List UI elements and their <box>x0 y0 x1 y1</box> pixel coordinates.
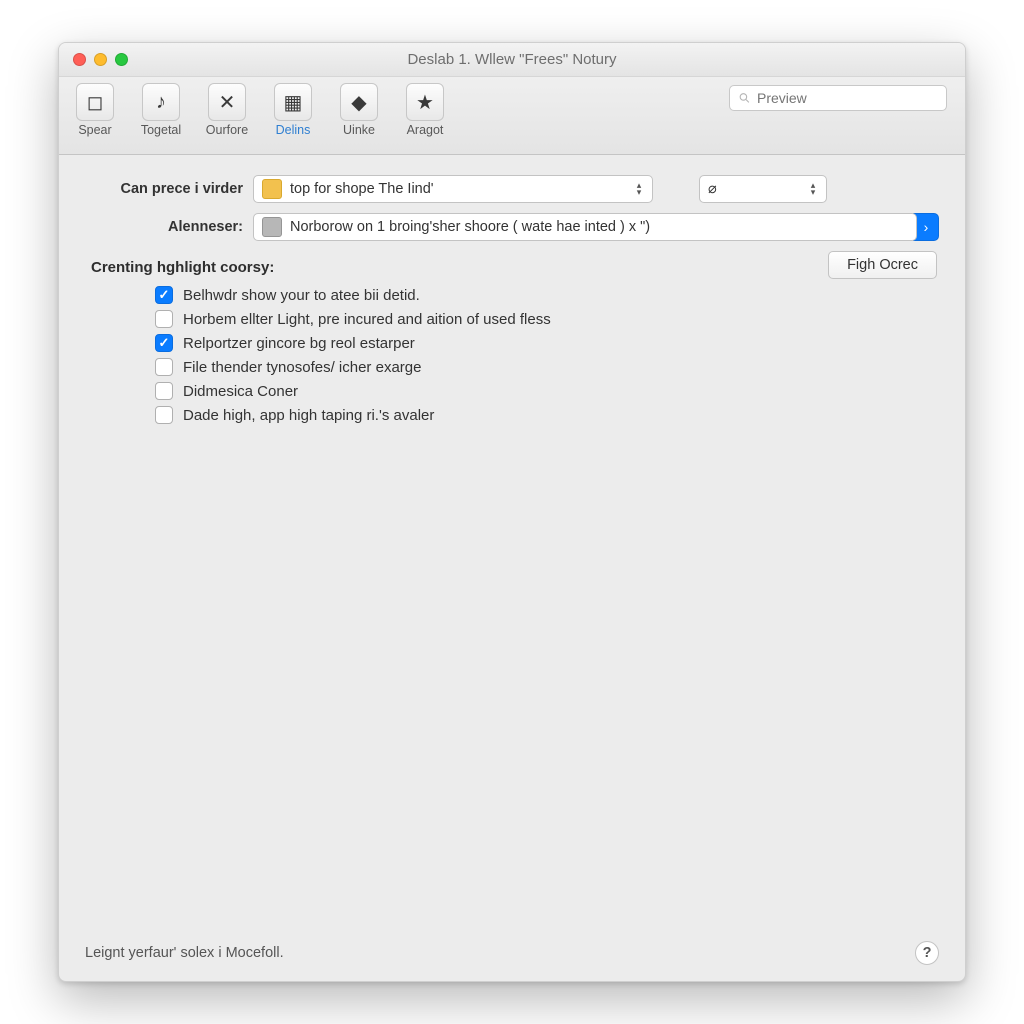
search-field[interactable] <box>729 85 947 111</box>
checkbox-label: Dade high, app high taping ri.'s avaler <box>183 407 434 424</box>
toolbar: ◻ Spear ♪ Togetal ✕ Ourfore ▦ Delins ◆ Uinke… <box>59 77 965 155</box>
popup-1-value: top for shope The Iind' <box>290 181 434 197</box>
titlebar: Deslab 1. Wllew "Frees" Notury <box>59 43 965 77</box>
form-label-2: Alenneser: <box>85 219 253 235</box>
folder-icon <box>262 179 282 199</box>
tab-label: Aragot <box>407 123 444 137</box>
help-icon: ? <box>923 945 932 961</box>
popup-2[interactable]: Norborow on 1 broing'sher shoore ( wate … <box>253 213 917 241</box>
check-row-2: Relportzer gincore bg reol estarper <box>155 334 939 352</box>
checkbox[interactable] <box>155 286 173 304</box>
popup-1[interactable]: top for shope The Iind' <box>253 175 653 203</box>
tab-icon: ♪ <box>142 83 180 121</box>
tab-icon: ▦ <box>274 83 312 121</box>
form-label-1: Can prece i virder <box>85 181 253 197</box>
stepper-icon: › <box>924 219 929 235</box>
popup-secondary-value: ⌀ <box>708 181 717 197</box>
checkbox-label: File thender tynosofes/ icher exarge <box>183 359 421 376</box>
tab-ourfore[interactable]: ✕ Ourfore <box>201 83 253 137</box>
tab-spear[interactable]: ◻ Spear <box>69 83 121 137</box>
action-button[interactable]: Figh Ocrec <box>828 251 937 279</box>
tab-label: Uinke <box>343 123 375 137</box>
tab-icon: ◻ <box>76 83 114 121</box>
checkbox-label: Horbem ellter Light, pre incured and ait… <box>183 311 551 328</box>
popup-secondary[interactable]: ⌀ <box>699 175 827 203</box>
checkbox-group: Belhwdr show your to atee bii detid. Hor… <box>155 286 939 424</box>
content-pane: Can prece i virder top for shope The Iin… <box>59 155 965 981</box>
form-row-1: Can prece i virder top for shope The Iin… <box>85 175 939 203</box>
popup-2-value: Norborow on 1 broing'sher shoore ( wate … <box>290 219 650 235</box>
tab-label: Delins <box>276 123 311 137</box>
check-row-0: Belhwdr show your to atee bii detid. <box>155 286 939 304</box>
tab-togetal[interactable]: ♪ Togetal <box>135 83 187 137</box>
tab-icon: ◆ <box>340 83 378 121</box>
check-row-1: Horbem ellter Light, pre incured and ait… <box>155 310 939 328</box>
zoom-icon[interactable] <box>115 53 128 66</box>
window-controls <box>59 53 128 66</box>
checkbox[interactable] <box>155 310 173 328</box>
help-button[interactable]: ? <box>915 941 939 965</box>
checkbox-label: Relportzer gincore bg reol estarper <box>183 335 415 352</box>
check-row-5: Dade high, app high taping ri.'s avaler <box>155 406 939 424</box>
tab-icon: ★ <box>406 83 444 121</box>
app-icon <box>262 217 282 237</box>
tab-aragot[interactable]: ★ Aragot <box>399 83 451 137</box>
check-row-3: File thender tynosofes/ icher exarge <box>155 358 939 376</box>
checkbox[interactable] <box>155 334 173 352</box>
tab-label: Spear <box>78 123 111 137</box>
tab-icon: ✕ <box>208 83 246 121</box>
minimize-icon[interactable] <box>94 53 107 66</box>
close-icon[interactable] <box>73 53 86 66</box>
action-button-label: Figh Ocrec <box>847 257 918 273</box>
checkbox-label: Belhwdr show your to atee bii detid. <box>183 287 420 304</box>
tab-delins[interactable]: ▦ Delins <box>267 83 319 137</box>
footer-text: Leignt yerfaur' solex i Mocefoll. <box>85 945 284 961</box>
chevron-updown-icon <box>630 179 648 199</box>
tab-label: Ourfore <box>206 123 248 137</box>
checkbox[interactable] <box>155 358 173 376</box>
footer: Leignt yerfaur' solex i Mocefoll. ? <box>85 941 939 965</box>
tab-label: Togetal <box>141 123 181 137</box>
checkbox[interactable] <box>155 382 173 400</box>
search-input[interactable] <box>757 90 938 106</box>
checkbox-label: Didmesica Coner <box>183 383 298 400</box>
section-heading: Crenting hghlight coorsy: <box>91 259 939 276</box>
check-row-4: Didmesica Coner <box>155 382 939 400</box>
search-icon <box>738 91 751 105</box>
window-title: Deslab 1. Wllew "Frees" Notury <box>59 51 965 68</box>
toolbar-tabs: ◻ Spear ♪ Togetal ✕ Ourfore ▦ Delins ◆ Uinke… <box>69 83 451 137</box>
checkbox[interactable] <box>155 406 173 424</box>
tab-uinke[interactable]: ◆ Uinke <box>333 83 385 137</box>
chevron-updown-icon <box>804 179 822 199</box>
preferences-window: Deslab 1. Wllew "Frees" Notury ◻ Spear ♪ … <box>58 42 966 982</box>
form-row-2: Alenneser: Norborow on 1 broing'sher sho… <box>85 213 939 241</box>
